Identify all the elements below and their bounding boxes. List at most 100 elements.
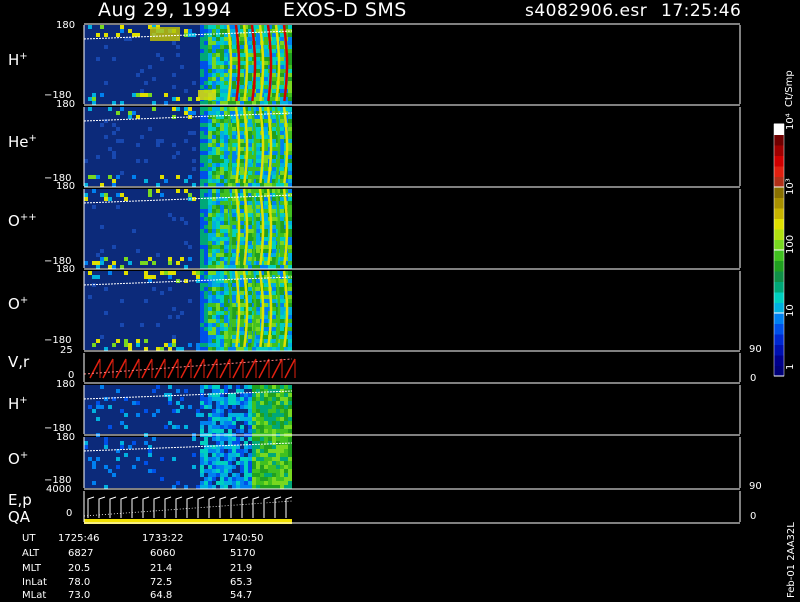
spectrogram-cell — [172, 155, 176, 159]
spectrogram-cell — [224, 201, 228, 205]
spectrogram-cell — [220, 465, 224, 469]
spectrogram-cell — [200, 233, 204, 237]
spectrogram-cell — [112, 261, 116, 265]
spectrogram-cell — [280, 299, 284, 303]
spectrogram-cell — [132, 111, 136, 115]
spectrogram-cell — [116, 339, 120, 343]
spectrogram-cell — [228, 397, 232, 401]
spectrogram-cell — [232, 217, 236, 221]
spectrogram-cell — [288, 115, 292, 119]
spectrogram-cell — [216, 155, 220, 159]
spectrogram-cell — [240, 425, 244, 429]
spectrogram-cell — [164, 343, 168, 347]
spectrogram-cell — [236, 453, 240, 457]
velocity-trace — [245, 358, 257, 379]
spectrogram-cell — [204, 485, 208, 489]
spectrogram-cell — [216, 171, 220, 175]
spectrogram-cell — [280, 139, 284, 143]
spectrogram-cell — [280, 119, 284, 123]
spectrogram-cell — [284, 421, 288, 425]
spectrogram-cell — [256, 461, 260, 465]
spectrogram-cell — [264, 171, 268, 175]
spectrogram-cell — [208, 69, 212, 73]
spectrogram-cell — [288, 37, 292, 41]
spectrogram-cell — [204, 473, 208, 477]
spectrogram-cell — [212, 457, 216, 461]
spectrogram-cell — [236, 101, 240, 105]
spectrogram-cell — [216, 119, 220, 123]
spectrogram-cell — [96, 405, 100, 409]
colorbar-segment — [774, 344, 784, 356]
spectrogram-cell — [212, 477, 216, 481]
spectrogram-cell — [244, 413, 248, 417]
spectrogram-cell — [248, 481, 252, 485]
spectrogram-cell — [256, 257, 260, 261]
spectrogram-cell — [268, 265, 272, 269]
spectrogram-cell — [240, 57, 244, 61]
spectrogram-cell — [248, 299, 252, 303]
spectrogram-cell — [232, 77, 236, 81]
spectrogram-cell — [248, 237, 252, 241]
spectrogram-cell — [220, 425, 224, 429]
spectrogram-cell — [236, 183, 240, 187]
spectrogram-cell — [216, 417, 220, 421]
spectrogram-cell — [224, 265, 228, 269]
spectrogram-cell — [144, 299, 148, 303]
spectrogram-cell — [96, 57, 100, 61]
spectrogram-cell — [212, 155, 216, 159]
spectrogram-cell — [256, 241, 260, 245]
spectrogram-cell — [184, 111, 188, 115]
spectrogram-cell — [208, 311, 212, 315]
spectrogram-cell — [288, 279, 292, 283]
spectrogram-cell — [272, 73, 276, 77]
spectrogram-cell — [200, 163, 204, 167]
spectrogram-cell — [224, 429, 228, 433]
spectrogram-cell — [244, 469, 248, 473]
spectrogram-cell — [156, 323, 160, 327]
spectrogram-cell — [280, 323, 284, 327]
spectrogram-cell — [212, 339, 216, 343]
spectrogram-cell — [216, 401, 220, 405]
spectrogram-cell — [208, 135, 212, 139]
spectrogram-cell — [200, 209, 204, 213]
spectrogram-cell — [252, 485, 256, 489]
spectrogram-cell — [100, 335, 104, 339]
tick-top: 180 — [56, 379, 76, 390]
spectrogram-cell — [204, 193, 208, 197]
spectrogram-cell — [212, 53, 216, 57]
spectrogram-cell — [288, 401, 292, 405]
spectrogram-cell — [104, 287, 108, 291]
spectrogram-cell — [288, 139, 292, 143]
spectrogram-cell — [224, 127, 228, 131]
spectrogram-cell — [208, 417, 212, 421]
colorbar-segment — [774, 239, 784, 251]
spectrogram-cell — [208, 315, 212, 319]
spectrogram-cell — [272, 287, 276, 291]
spectrogram-cell — [212, 405, 216, 409]
spectrogram-cell — [200, 291, 204, 295]
spectrogram-cell — [264, 201, 268, 205]
spectrogram-cell — [188, 245, 192, 249]
spectrogram-cell — [172, 307, 176, 311]
spectrogram-cell — [172, 335, 176, 339]
spectrogram-cell — [244, 385, 248, 389]
spectrogram-cell — [208, 217, 212, 221]
spectrogram-cell — [104, 81, 108, 85]
spectrogram-cell — [280, 115, 284, 119]
spectrogram-cell — [288, 183, 292, 187]
tick-top: 4000 — [46, 484, 72, 495]
spectrogram-cell — [240, 465, 244, 469]
spectrogram-cell — [232, 425, 236, 429]
panel-label-ep: E,p — [8, 491, 32, 509]
spectrogram-cell — [208, 229, 212, 233]
spectrogram-cell — [232, 45, 236, 49]
spectrogram-cell — [244, 473, 248, 477]
spectrogram-cell — [216, 49, 220, 53]
spectrogram-cell — [280, 437, 284, 441]
spectrogram-cell — [268, 417, 272, 421]
energy-sweep — [175, 496, 183, 518]
spectrogram-cell — [200, 85, 204, 89]
spectrogram-cell — [240, 167, 244, 171]
spectrogram-cell — [288, 225, 292, 229]
spectrogram-cell — [264, 53, 268, 57]
